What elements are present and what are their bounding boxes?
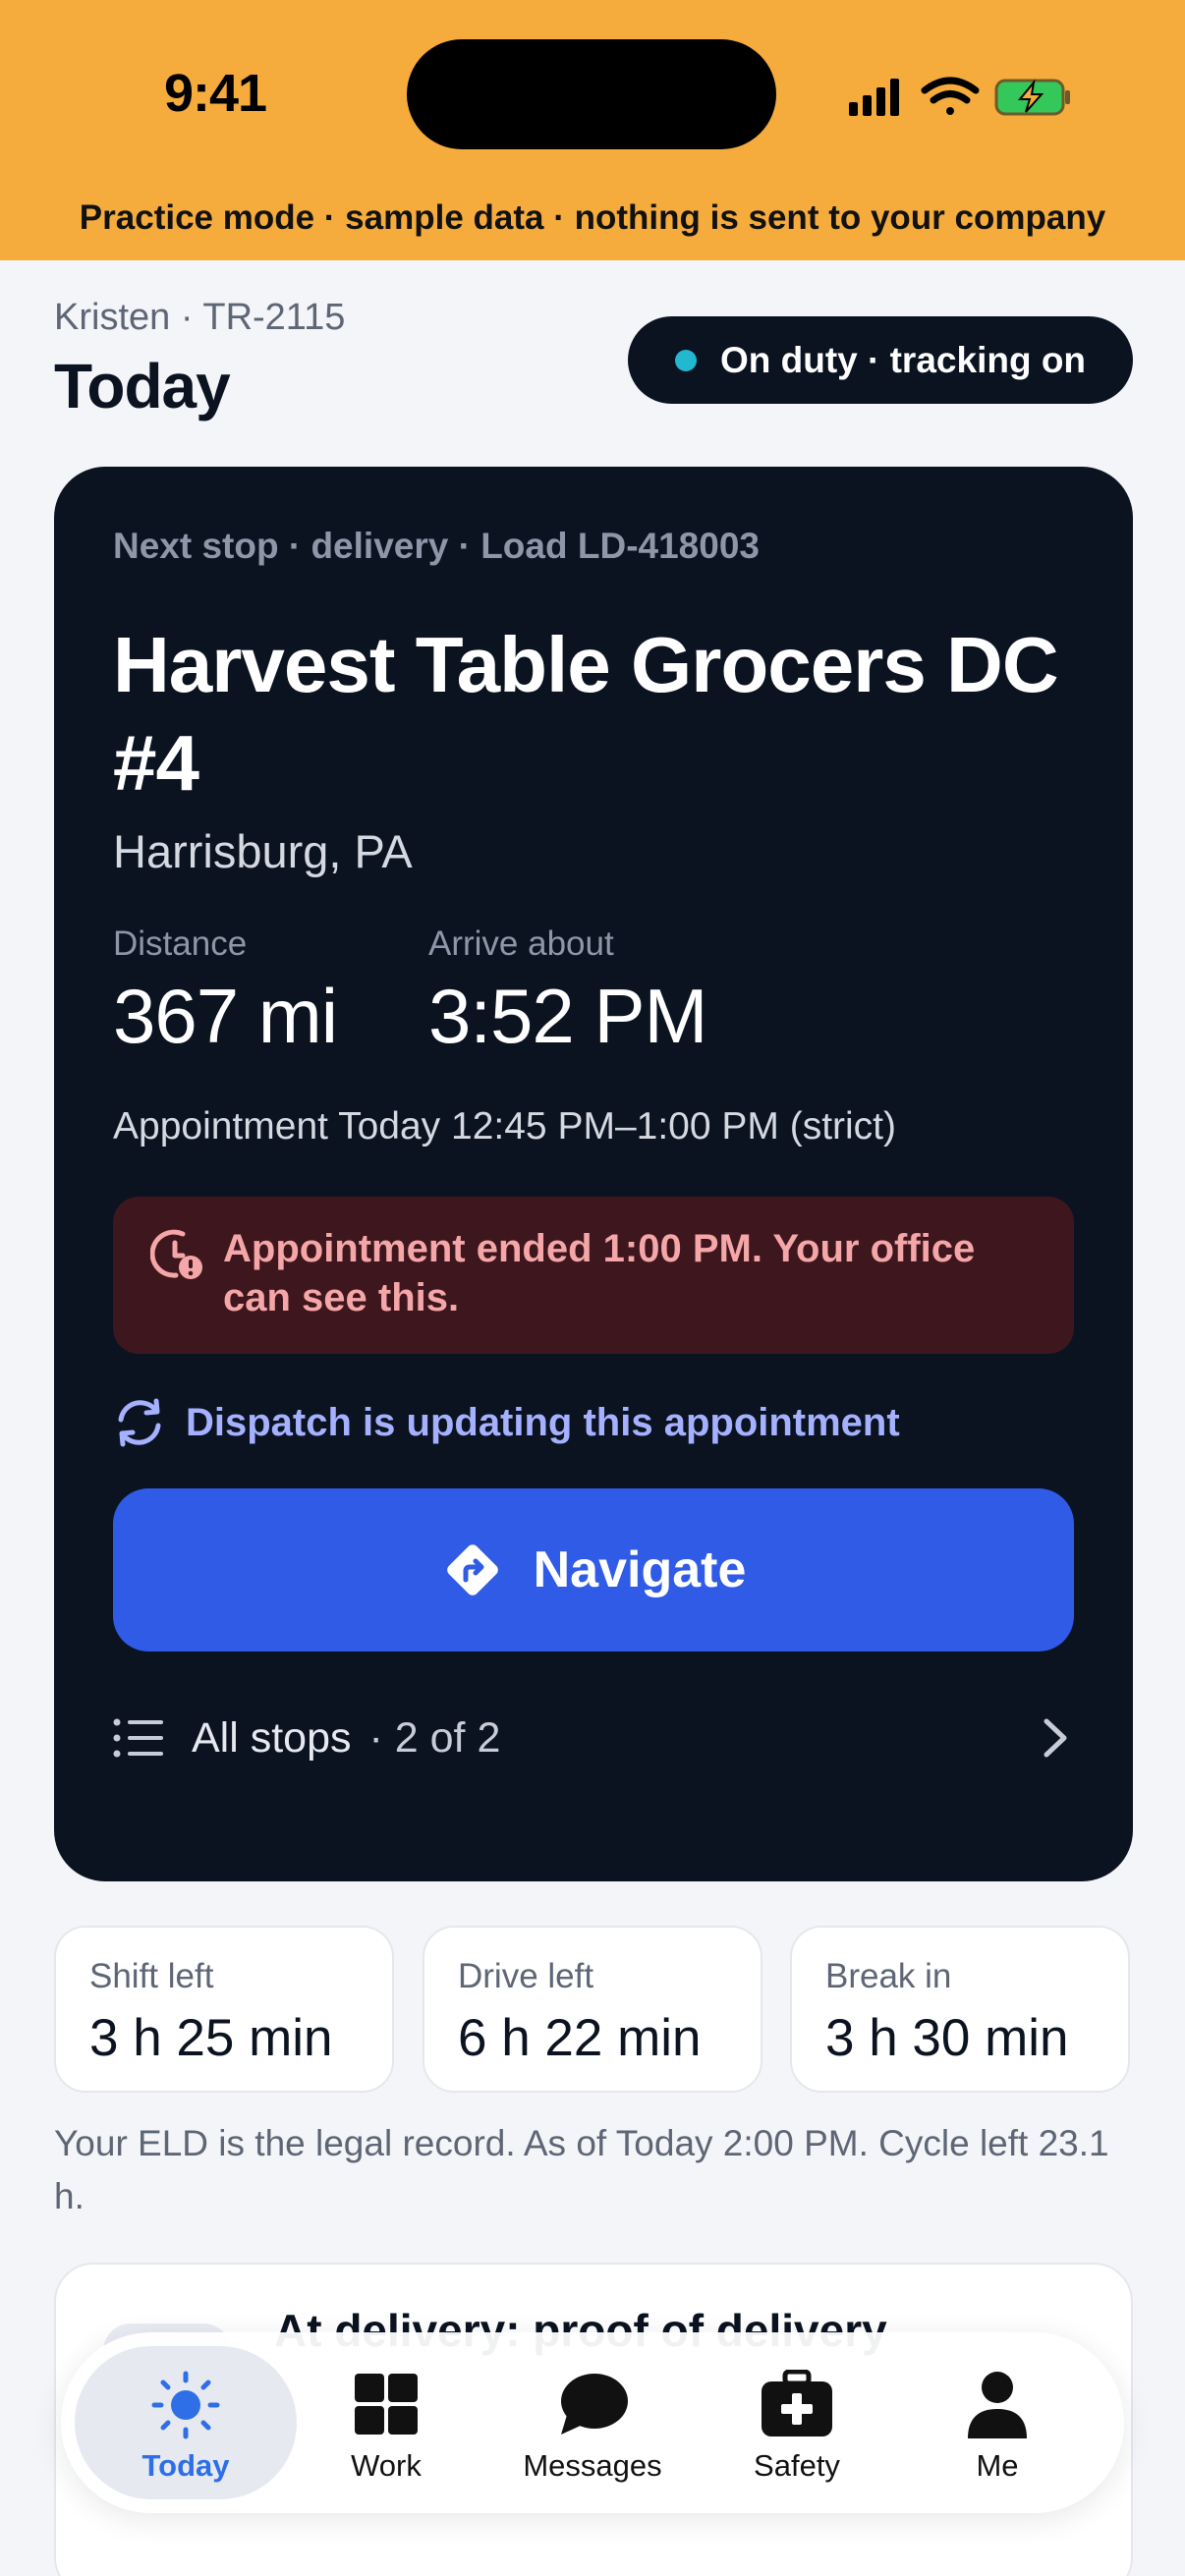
arrive-label: Arrive about [428,924,614,963]
next-stop-card: Next stop · delivery · Load LD-418003 Ha… [54,467,1133,1881]
status-time: 9:41 [164,64,267,123]
tracking-dot-icon [674,349,697,371]
tab-work[interactable]: Work [275,2346,497,2499]
drive-left-tile: Drive left 6 h 22 min [423,1926,762,2093]
navigate-button[interactable]: Navigate [113,1488,1074,1652]
tab-me[interactable]: Me [886,2346,1108,2499]
all-stops-label: All stops [192,1713,352,1762]
tab-label: Safety [754,2448,840,2483]
tab-label: Messages [523,2448,662,2483]
grid-icon [355,2374,418,2435]
hours-value: 3 h 30 min [825,2009,1069,2067]
sync-icon [118,1398,161,1447]
stop-city: Harrisburg, PA [113,825,413,877]
eld-disclaimer: Your ELD is the legal record. As of Toda… [54,2123,1109,2216]
distance-value: 367 mi [113,973,338,1059]
distance-label: Distance [113,924,248,963]
hours-value: 6 h 22 min [458,2009,702,2067]
battery-charging-icon [994,79,1070,116]
next-stop-eyebrow: Next stop · delivery · Load LD-418003 [113,526,760,566]
alert-message: Appointment ended 1:00 PM. Your office c… [223,1227,976,1319]
cellular-signal-icon [849,79,899,116]
hours-label: Break in [825,1957,952,1995]
all-stops-row[interactable]: All stops · 2 of 2 [113,1707,1074,1769]
dynamic-island [407,39,776,149]
stop-name: Harvest Table Grocers DC #4 [113,621,1059,807]
tab-messages[interactable]: Messages [481,2346,704,2499]
hours-label: Shift left [89,1957,214,1995]
driver-truck-label: Kristen · TR-2115 [54,297,346,338]
chat-bubble-icon [561,2374,628,2435]
first-aid-kit-icon [762,2370,832,2436]
hours-label: Drive left [458,1957,594,1995]
late-clock-icon [150,1229,202,1279]
dispatch-updating-text: Dispatch is updating this appointment [186,1400,900,1444]
bottom-tab-bar: Today Work Messages Safety Me [61,2332,1124,2513]
arrive-value: 3:52 PM [428,973,707,1059]
appointment-alert: Appointment ended 1:00 PM. Your office c… [113,1197,1074,1354]
chevron-right-icon [1044,1718,1067,1758]
break-in-tile: Break in 3 h 30 min [790,1926,1130,2093]
page-title: Today [54,351,231,421]
hours-value: 3 h 25 min [89,2009,333,2067]
dispatch-updating-row: Dispatch is updating this appointment [113,1395,900,1450]
appointment-window: Appointment Today 12:45 PM–1:00 PM (stri… [113,1105,897,1148]
tab-label: Me [976,2448,1019,2483]
list-icon [113,1718,163,1758]
practice-banner-area: 9:41 Practice mode · sample data · nothi… [0,0,1185,260]
tab-label: Today [141,2448,230,2483]
duty-status-pill[interactable]: On duty · tracking on [628,316,1133,404]
directions-icon [446,1544,498,1596]
all-stops-count: · 2 of 2 [368,1713,501,1762]
duty-status-label: On duty · tracking on [719,339,1087,380]
shift-left-tile: Shift left 3 h 25 min [54,1926,394,2093]
status-icons [849,77,1070,116]
tab-today[interactable]: Today [75,2346,297,2499]
sun-icon [151,2371,220,2439]
tab-safety[interactable]: Safety [686,2346,908,2499]
wifi-icon [921,77,980,115]
practice-mode-text: Practice mode · sample data · nothing is… [79,198,1106,237]
navigate-label: Navigate [533,1541,747,1598]
tab-label: Work [351,2448,422,2483]
person-icon [968,2372,1027,2438]
